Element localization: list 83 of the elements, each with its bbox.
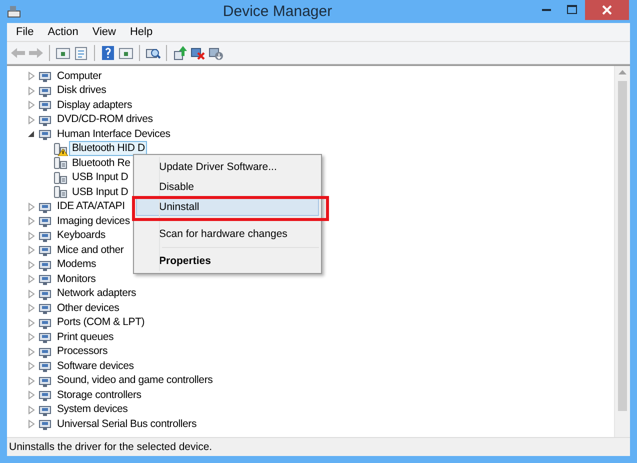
tree-item[interactable]: Disk drives — [54, 83, 108, 98]
tree-item[interactable]: Print queues — [54, 330, 116, 345]
window-title: Device Manager — [222, 3, 334, 20]
device-category-icon — [38, 98, 53, 112]
window-pane-icon[interactable] — [55, 45, 71, 61]
expand-arrow-icon[interactable] — [27, 245, 36, 256]
close-button[interactable] — [585, 0, 629, 20]
tree-item[interactable]: Display adapters — [54, 98, 134, 113]
help-icon[interactable] — [100, 45, 116, 61]
tree-item[interactable]: USB Input D — [69, 170, 130, 186]
tree-item[interactable]: Bluetooth HID D — [69, 141, 147, 156]
tree-item[interactable]: Imaging devices — [54, 214, 132, 229]
device-category-icon — [38, 243, 53, 258]
tree-item[interactable]: DVD/CD-ROM drives — [54, 112, 155, 128]
expand-arrow-icon[interactable] — [27, 303, 36, 314]
device-category-icon — [38, 214, 53, 228]
expand-arrow-icon[interactable] — [27, 114, 36, 125]
tree-item[interactable]: Other devices — [54, 300, 122, 316]
tree-item[interactable]: Monitors — [54, 272, 98, 287]
expand-arrow-icon[interactable] — [27, 71, 36, 82]
menu-item[interactable]: Action — [40, 26, 86, 38]
device-category-icon — [38, 388, 53, 402]
device-manager-icon — [6, 4, 22, 18]
scrollbar[interactable] — [614, 66, 630, 437]
expand-arrow-icon[interactable] — [27, 346, 36, 357]
tree-item[interactable]: Ports (COM & LPT) — [54, 315, 147, 330]
device-category-icon — [38, 417, 53, 432]
menu-option[interactable]: Update Driver Software... — [136, 158, 319, 176]
device-category-icon — [38, 301, 53, 316]
expand-arrow-icon[interactable] — [27, 332, 36, 342]
tree-item[interactable]: Processors — [54, 344, 110, 360]
menu-option[interactable]: Uninstall — [136, 198, 319, 216]
disable-device-icon[interactable] — [208, 45, 224, 61]
expand-arrow-icon[interactable] — [27, 419, 36, 430]
tree-item[interactable]: Software devices — [54, 358, 136, 374]
window-pane-icon[interactable] — [118, 45, 134, 61]
status-text: Uninstalls the driver for the selected device. — [7, 437, 630, 456]
tree-item[interactable]: Human Interface Devices — [54, 126, 172, 142]
device-category-icon — [38, 127, 53, 142]
device-category-icon — [38, 330, 53, 344]
expand-arrow-icon[interactable] — [27, 288, 36, 299]
tree-item[interactable]: Bluetooth Re — [69, 156, 132, 171]
menu-option[interactable]: Scan for hardware changes — [136, 225, 319, 243]
expand-arrow-icon[interactable] — [27, 404, 36, 415]
close-icon — [602, 5, 612, 15]
device-category-icon — [38, 69, 53, 84]
tree-item[interactable]: Mice and other — [54, 242, 126, 258]
update-driver-icon[interactable] — [172, 45, 188, 61]
collapse-arrow-icon[interactable] — [27, 129, 36, 140]
tree-item[interactable]: USB Input D — [69, 184, 130, 200]
expand-arrow-icon[interactable] — [27, 230, 36, 241]
expand-arrow-icon[interactable] — [27, 390, 36, 400]
menu-option[interactable]: Properties — [136, 252, 319, 270]
minimize-icon — [542, 9, 550, 11]
scroll-thumb[interactable] — [618, 81, 627, 411]
scroll-up-icon[interactable] — [618, 69, 627, 75]
expand-arrow-icon[interactable] — [27, 260, 36, 270]
tree-item[interactable]: IDE ATA/ATAPI — [54, 199, 127, 214]
menu-item[interactable]: File — [9, 26, 41, 38]
device-category-icon — [38, 359, 53, 374]
tree-item[interactable]: Keyboards — [54, 228, 108, 244]
tree-item[interactable]: System devices — [54, 402, 130, 418]
menu-option[interactable]: Disable — [136, 178, 319, 196]
menu-item[interactable]: Help — [122, 26, 160, 38]
maximize-icon — [567, 5, 577, 15]
tree-item[interactable]: Modems — [54, 257, 98, 272]
menu-item[interactable]: View — [85, 26, 123, 38]
tree-item[interactable]: Universal Serial Bus controllers — [54, 416, 198, 432]
uninstall-icon[interactable] — [190, 45, 206, 61]
tree-item[interactable]: Computer — [54, 68, 104, 84]
tree-item[interactable]: Sound, video and game controllers — [54, 373, 215, 388]
expand-arrow-icon[interactable] — [27, 86, 36, 96]
expand-arrow-icon[interactable] — [27, 202, 36, 212]
expand-arrow-icon[interactable] — [27, 216, 36, 226]
expand-arrow-icon[interactable] — [27, 274, 36, 284]
expand-arrow-icon[interactable] — [27, 361, 36, 372]
properties-icon[interactable] — [73, 45, 89, 61]
tree-item[interactable]: Storage controllers — [54, 388, 144, 403]
expand-arrow-icon[interactable] — [27, 100, 36, 110]
expand-arrow-icon[interactable] — [27, 318, 36, 328]
tree-item[interactable]: Network adapters — [54, 286, 138, 302]
device-category-icon — [38, 272, 53, 286]
expand-arrow-icon[interactable] — [27, 376, 36, 386]
